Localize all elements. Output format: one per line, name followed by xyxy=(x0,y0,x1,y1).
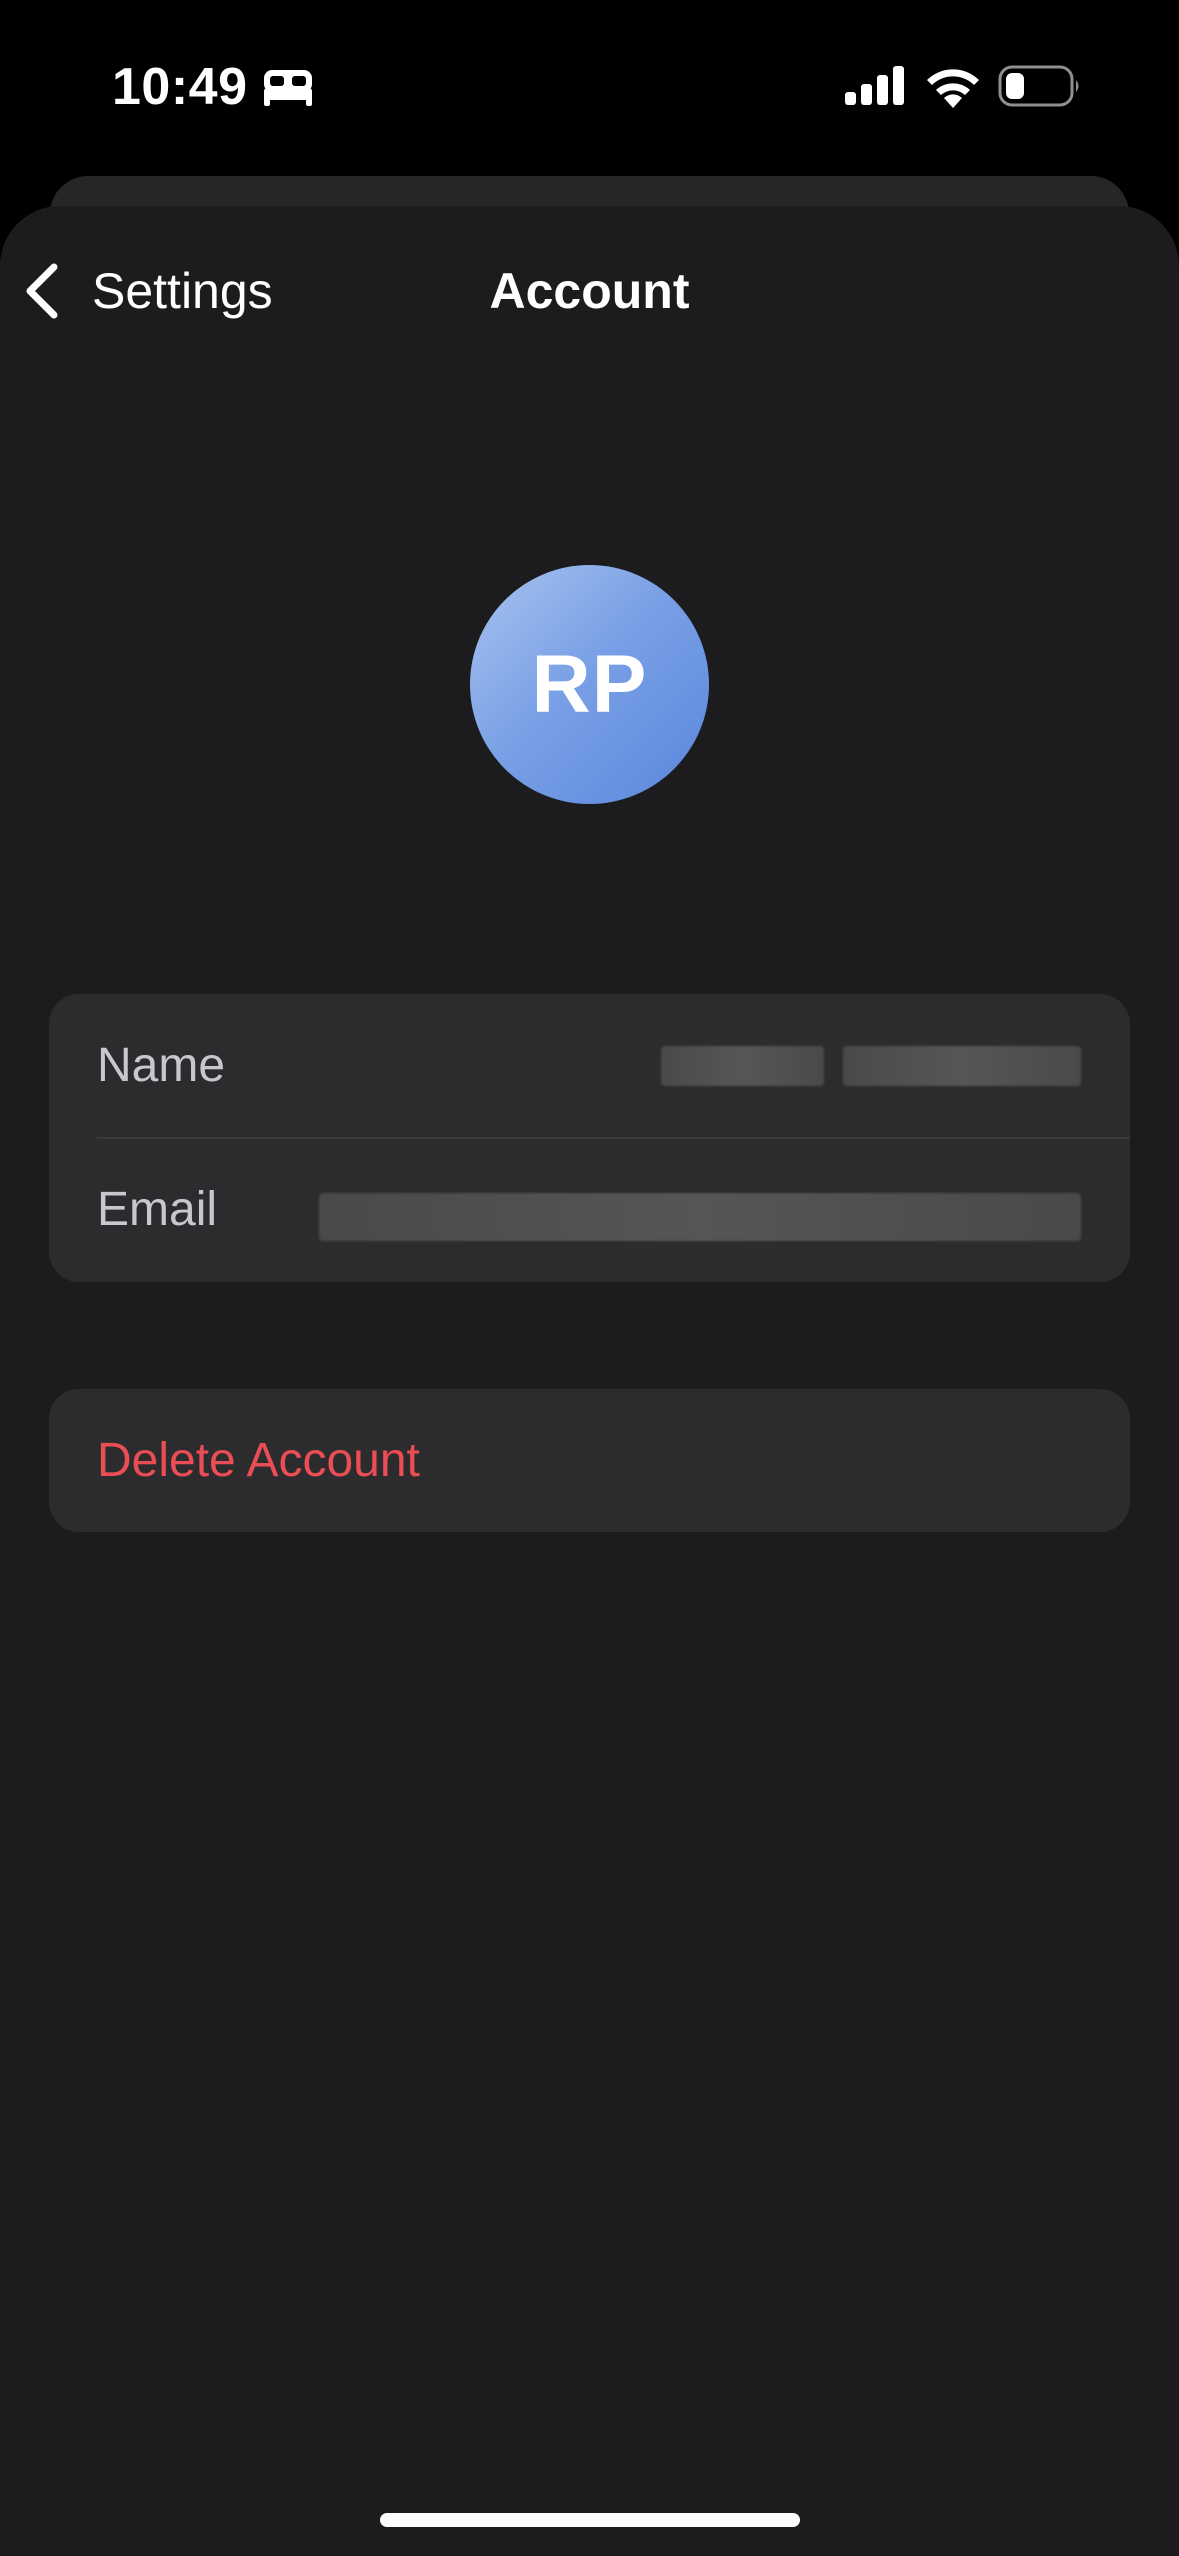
status-bar: 10:49 xyxy=(0,0,1179,170)
status-time: 10:49 xyxy=(112,58,248,116)
account-info-group: Name Email xyxy=(49,994,1130,1282)
delete-account-label: Delete Account xyxy=(97,1434,420,1487)
email-row: Email xyxy=(49,1138,1130,1282)
redacted-last-name xyxy=(843,1046,1081,1086)
chevron-left-icon xyxy=(26,263,58,319)
redacted-email xyxy=(319,1193,1081,1241)
bed-icon xyxy=(264,70,312,106)
delete-account-button[interactable]: Delete Account xyxy=(49,1389,1130,1532)
email-label: Email xyxy=(97,1183,218,1236)
avatar-initials: RP xyxy=(531,638,648,730)
name-row: Name xyxy=(49,994,1130,1139)
account-sheet xyxy=(0,206,1179,2556)
avatar: RP xyxy=(470,565,709,804)
battery-icon xyxy=(998,65,1079,107)
redacted-first-name xyxy=(661,1046,824,1086)
back-button-label: Settings xyxy=(92,263,273,319)
wifi-icon xyxy=(927,69,979,108)
back-button[interactable]: Settings xyxy=(22,258,273,324)
cellular-signal-icon xyxy=(845,66,904,105)
home-indicator[interactable] xyxy=(380,2513,800,2527)
name-label: Name xyxy=(97,1039,226,1092)
